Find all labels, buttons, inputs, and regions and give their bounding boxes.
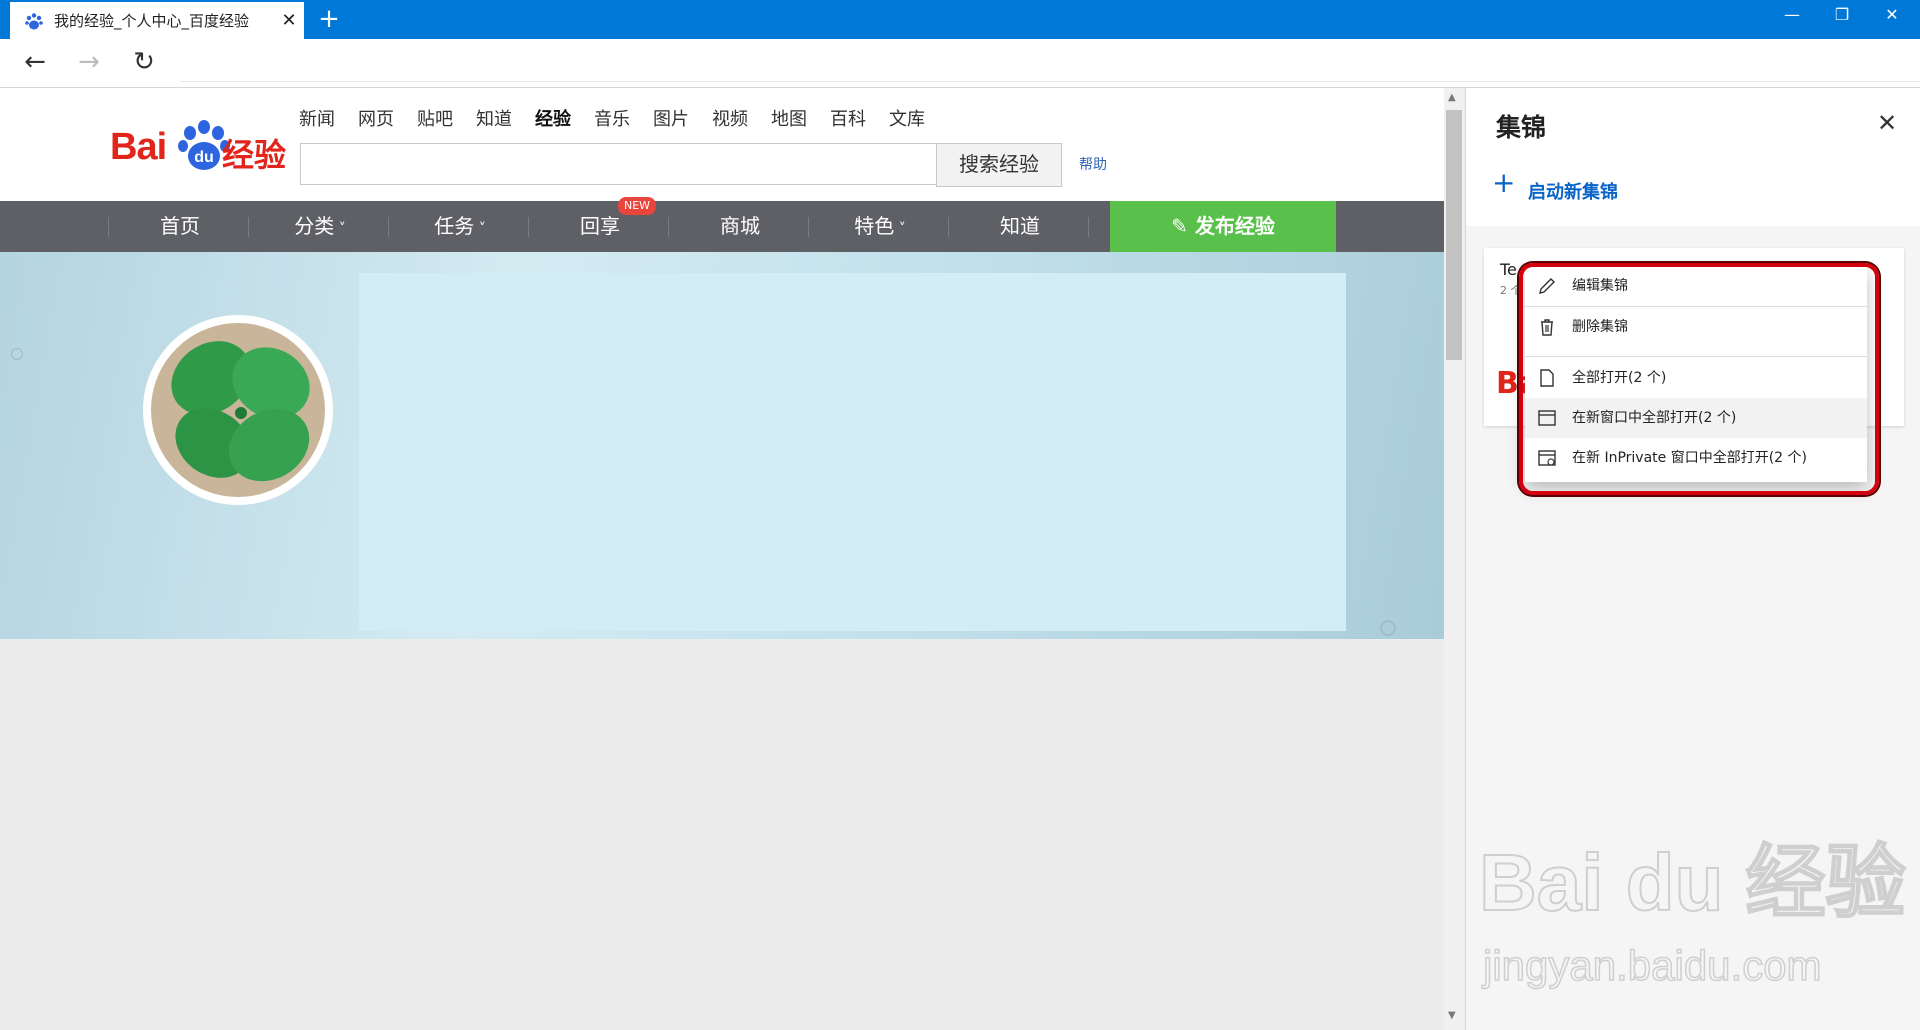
clover-avatar-image — [151, 323, 325, 497]
top-nav-item[interactable]: 经验 — [535, 108, 571, 132]
close-window-icon[interactable]: ✕ — [1862, 0, 1920, 32]
top-nav-item[interactable]: 音乐 — [594, 108, 630, 132]
decor-circle — [1380, 620, 1396, 636]
scroll-down-icon[interactable]: ▼ — [1448, 1010, 1456, 1021]
main-nav-item[interactable]: 分类 ˅ — [250, 201, 390, 252]
main-nav-label: 商城 — [720, 214, 760, 238]
profile-banner — [0, 252, 1444, 639]
scroll-up-icon[interactable]: ▲ — [1448, 92, 1456, 103]
nav-separator — [108, 217, 109, 237]
url-input[interactable] — [180, 45, 1920, 82]
main-nav-item[interactable]: 任务 ˅ — [390, 201, 530, 252]
chevron-down-icon: ˅ — [334, 221, 346, 237]
top-nav-item[interactable]: 视频 — [712, 108, 748, 132]
browser-tab[interactable]: 我的经验_个人中心_百度经验 ✕ — [10, 2, 304, 39]
top-nav-item[interactable]: 百科 — [830, 108, 866, 132]
publish-label: 发布经验 — [1194, 214, 1275, 238]
address-bar: ← → ↻ — [0, 39, 1920, 88]
back-icon[interactable]: ← — [18, 47, 52, 79]
baidu-paw-icon — [25, 13, 43, 30]
logo-bai-text: Bai — [110, 126, 167, 168]
main-nav-label: 任务 — [434, 214, 475, 238]
collections-title: 集锦 — [1496, 113, 1547, 142]
web-page: Bai du 经验 新闻 网页 贴吧 知道 经验 音乐 图片 视频 地图 百科 文库 搜索经验 帮助… — [0, 88, 1444, 1030]
chevron-down-icon: ˅ — [474, 221, 486, 237]
start-new-collection-button[interactable]: 启动新集锦 — [1528, 178, 1618, 204]
decor-circle — [11, 348, 23, 360]
main-nav-item[interactable]: 知道 — [950, 201, 1090, 252]
main-nav-item[interactable]: 商城 — [670, 201, 810, 252]
forward-icon[interactable]: → — [72, 47, 106, 79]
publish-button[interactable]: ✎ 发布经验 — [1110, 201, 1336, 252]
page-scrollbar[interactable]: ▲ ▼ — [1444, 88, 1464, 1030]
tab-close-icon[interactable]: ✕ — [276, 8, 302, 34]
highlight-annotation — [1519, 263, 1879, 495]
tab-title: 我的经验_个人中心_百度经验 — [54, 12, 250, 30]
chevron-down-icon: ˅ — [894, 221, 906, 237]
close-icon[interactable]: ✕ — [1874, 110, 1900, 136]
main-nav-label: 回享 — [580, 214, 620, 238]
top-nav-item[interactable]: 图片 — [653, 108, 689, 132]
collections-pane: 集锦 ✕ + 启动新集锦 Te 2 个 Ba Bai du 经验 jingyan… — [1465, 88, 1920, 1030]
avatar[interactable] — [143, 315, 333, 505]
svg-text:Bai du 经验: Bai du 经验 — [1479, 838, 1906, 927]
main-nav-label: 知道 — [1000, 214, 1040, 238]
plus-icon[interactable]: + — [1492, 166, 1515, 199]
main-nav-item[interactable]: 特色 ˅ — [810, 201, 950, 252]
top-nav: 新闻 网页 贴吧 知道 经验 音乐 图片 视频 地图 百科 文库 — [299, 108, 948, 132]
top-nav-item[interactable]: 文库 — [889, 108, 925, 132]
profile-card — [359, 273, 1346, 631]
baidu-watermark-image: Bai du 经验 jingyan.baidu.com — [1478, 837, 1907, 990]
title-bar: 我的经验_个人中心_百度经验 ✕ + — ❐ ✕ — [0, 0, 1920, 39]
top-nav-item[interactable]: 贴吧 — [417, 108, 453, 132]
refresh-icon[interactable]: ↻ — [127, 47, 161, 79]
collections-header: 集锦 ✕ + 启动新集锦 — [1466, 88, 1920, 226]
top-nav-item[interactable]: 新闻 — [299, 108, 335, 132]
top-nav-item[interactable]: 地图 — [771, 108, 807, 132]
site-header: Bai du 经验 新闻 网页 贴吧 知道 经验 音乐 图片 视频 地图 百科 文库 搜索经验 帮助 — [0, 88, 1444, 201]
svg-text:jingyan.baidu.com: jingyan.baidu.com — [1481, 942, 1822, 989]
new-tab-button[interactable]: + — [314, 5, 344, 35]
main-nav-item[interactable]: 首页 — [110, 201, 250, 252]
logo-du-text: du — [194, 149, 214, 166]
help-link[interactable]: 帮助 — [1079, 154, 1107, 174]
top-nav-item[interactable]: 知道 — [476, 108, 512, 132]
logo-jingyan-text: 经验 — [222, 136, 287, 174]
top-nav-item[interactable]: 网页 — [358, 108, 394, 132]
new-badge: NEW — [618, 197, 656, 215]
main-nav-label: 分类 — [294, 214, 335, 238]
main-nav-label: 首页 — [160, 214, 200, 238]
collection-card-title: Te — [1500, 260, 1517, 279]
search-button[interactable]: 搜索经验 — [936, 143, 1062, 187]
pencil-icon: ✎ — [1171, 214, 1195, 238]
scroll-thumb[interactable] — [1446, 110, 1462, 360]
search-input[interactable] — [300, 143, 937, 185]
baidu-jingyan-logo[interactable]: Bai du 经验 — [110, 118, 286, 174]
main-nav-label: 特色 — [854, 214, 895, 238]
